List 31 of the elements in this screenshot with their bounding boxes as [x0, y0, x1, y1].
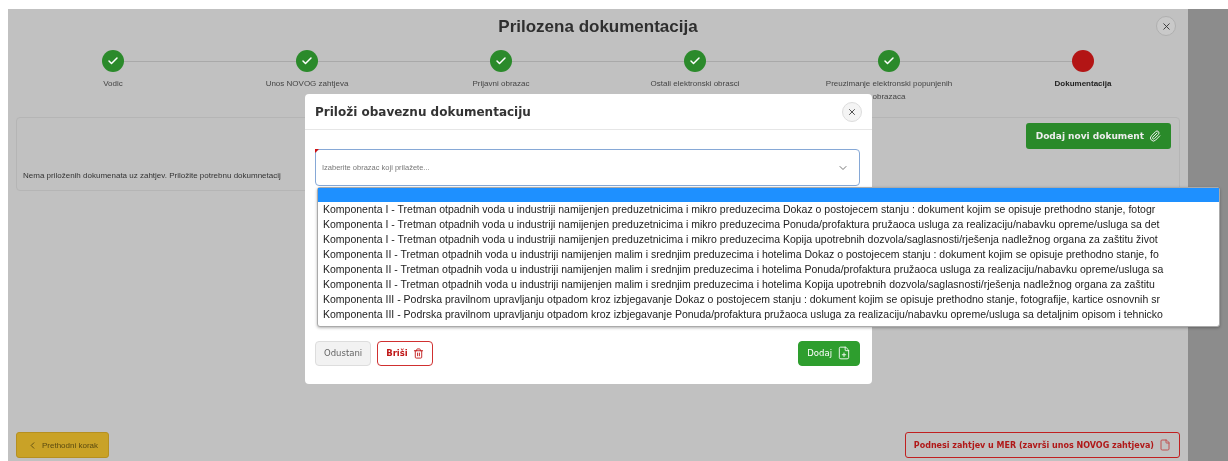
- dropdown-option[interactable]: Komponenta II - Tretman otpadnih voda u industriji namijenjen malim i srednjim preduzecima i hotelima Kopija upotrebnih dozvola/saglasnosti/rješenja nadležnog organa za zaštitu: [318, 277, 1219, 292]
- dropdown-option[interactable]: Komponenta III - Podrska pravilnom upravljanju otpadom kroz izbjegavanje Ponuda/profaktura pružaoca usluga za realizaciju/nabavku opreme/usluga sa detaljnim opisom i tehnicko: [318, 307, 1219, 322]
- empty-message: Nema priloženih dokumenata uz zahtjev. Priložite potrebnu dokumnetacij: [23, 171, 281, 180]
- cancel-button[interactable]: Odustani: [315, 340, 372, 366]
- dropdown-option[interactable]: Komponenta I - Tretman otpadnih voda u industriji namijenjen preduzetnicima i mikro preduzecima Kopija upotrebnih dozvola/saglasnosti/rješenja nadležnog organa za zaštitu život: [318, 232, 1219, 247]
- close-button[interactable]: [1156, 16, 1176, 36]
- dropdown-option[interactable]: Komponenta III - Podrska pravilnom upravljanju otpadom kroz izbjegavanje Dokaz o postojecem stanju : dokument kojim se opisuje prethodno stanje, fotografije, kartice osnovnih sr: [318, 292, 1219, 307]
- close-icon: [847, 106, 857, 117]
- add-button[interactable]: Dodaj: [798, 340, 860, 366]
- dialog-title: Priloži obaveznu dokumentaciju: [315, 104, 531, 119]
- step-label[interactable]: Vodic: [103, 77, 123, 90]
- file-plus-icon: [837, 346, 851, 360]
- dropdown-option[interactable]: Komponenta II - Tretman otpadnih voda u industriji namijenjen malim i srednjim preduzecima i hotelima Dokaz o postojecem stanju : dokument kojim se opisuje prethodno stanje, fo: [318, 247, 1219, 262]
- step-label[interactable]: Dokumentacija: [1054, 77, 1112, 90]
- previous-step-button[interactable]: Prethodni korak: [16, 432, 110, 458]
- step-label[interactable]: Ostali elektronski obrasci: [650, 77, 740, 90]
- step-label[interactable]: Prijavni obrazac: [472, 77, 530, 90]
- dropdown-option[interactable]: Komponenta II - Tretman otpadnih voda u industriji namijenjen malim i srednjim preduzecima i hotelima Ponuda/profaktura pružaoca usluga za realizaciju/nabavku opreme/usluga sa: [318, 262, 1219, 277]
- submit-request-button[interactable]: Podnesi zahtjev u MER (završi unos NOVOG zahtjeva): [904, 432, 1180, 458]
- dropdown-option[interactable]: Komponenta I - Tretman otpadnih voda u industriji namijenjen preduzetnicima i mikro preduzecima Ponuda/profaktura pružaoca usluga za realizaciju/nabavku opreme/usluga sa det: [318, 217, 1219, 232]
- window-title: Prilozena dokumentacija: [498, 17, 698, 37]
- add-document-button[interactable]: Dodaj novi dokument: [1025, 123, 1171, 149]
- dropdown-option[interactable]: Komponenta I - Tretman otpadnih voda u industriji namijenjen preduzetnicima i mikro preduzecima Dokaz o postojecem stanju : dokument kojim se opisuje prethodno stanje, fotogr: [318, 202, 1219, 217]
- file-icon: [1159, 439, 1171, 451]
- delete-button[interactable]: Briši: [377, 340, 433, 366]
- trash-icon: [412, 347, 424, 359]
- close-icon: [1160, 20, 1172, 32]
- close-button[interactable]: [842, 101, 862, 122]
- step-label[interactable]: Unos NOVOG zahtjeva: [265, 77, 349, 90]
- paperclip-icon: [1149, 130, 1161, 142]
- step-label[interactable]: Preuzimanje elektronski popunjenih obrazaca: [814, 77, 964, 103]
